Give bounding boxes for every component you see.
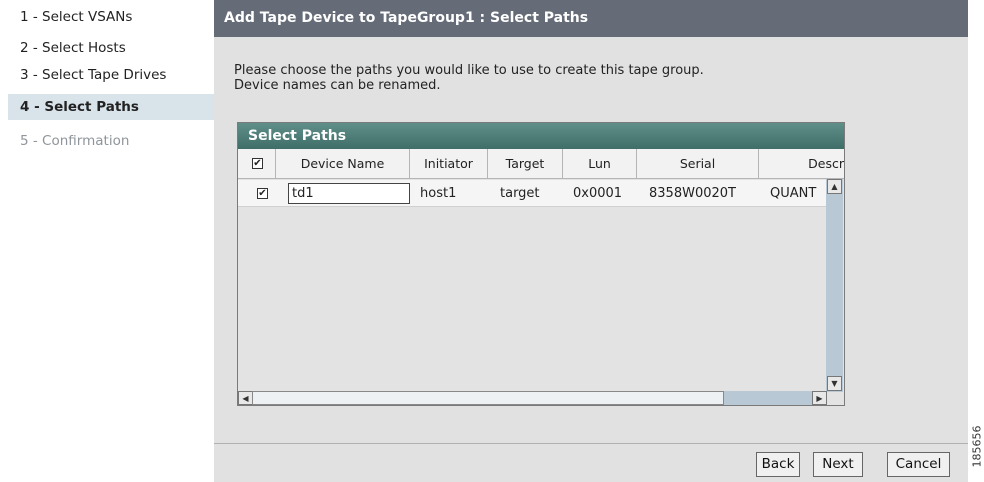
figure-margin <box>968 0 984 482</box>
table-row: ✔ td1 host1 target 0x0001 8358W0020T QUA… <box>238 180 826 207</box>
scroll-down-icon[interactable]: ▼ <box>827 376 842 391</box>
wizard-content: Add Tape Device to TapeGroup1 : Select P… <box>214 0 968 482</box>
device-name-input[interactable]: td1 <box>288 183 410 204</box>
scroll-up-icon[interactable]: ▲ <box>827 179 842 194</box>
initiator-cell: host1 <box>420 186 457 201</box>
footer-divider <box>214 443 968 444</box>
scroll-left-icon[interactable]: ◀ <box>238 391 253 405</box>
wizard-step-select-paths[interactable]: 4 - Select Paths <box>8 94 214 120</box>
select-all-header: ✔ <box>238 149 276 179</box>
wizard-step-select-vsans[interactable]: 1 - Select VSANs <box>20 9 132 25</box>
scroll-right-icon[interactable]: ▶ <box>812 391 827 405</box>
description-cell: QUANT <box>770 186 817 201</box>
instructions: Please choose the paths you would like t… <box>234 63 704 93</box>
wizard-step-select-hosts[interactable]: 2 - Select Hosts <box>20 40 126 56</box>
horizontal-scroll-thumb[interactable] <box>252 391 724 405</box>
select-paths-panel: Select Paths ✔ Device Name Initiator Tar… <box>237 122 845 406</box>
instruction-line: Device names can be renamed. <box>234 78 441 93</box>
vertical-scrollbar[interactable]: ▲ ▼ <box>826 179 843 392</box>
column-header-target[interactable]: Target <box>488 149 563 179</box>
wizard-step-select-tape-drives[interactable]: 3 - Select Tape Drives <box>20 67 166 83</box>
horizontal-scrollbar[interactable]: ◀ ▶ <box>238 391 827 405</box>
select-all-checkbox[interactable]: ✔ <box>252 158 263 169</box>
cancel-button[interactable]: Cancel <box>887 452 950 477</box>
column-header-serial[interactable]: Serial <box>637 149 759 179</box>
next-button[interactable]: Next <box>813 452 863 477</box>
panel-header: Select Paths <box>238 123 844 149</box>
column-header-description[interactable]: Descr <box>759 149 844 179</box>
column-header-device-name[interactable]: Device Name <box>276 149 410 179</box>
wizard-step-nav: 1 - Select VSANs 2 - Select Hosts 3 - Se… <box>0 0 214 482</box>
column-header-initiator[interactable]: Initiator <box>410 149 488 179</box>
instruction-line: Please choose the paths you would like t… <box>234 63 704 78</box>
serial-cell: 8358W0020T <box>649 186 736 201</box>
wizard-step-confirmation: 5 - Confirmation <box>20 133 130 149</box>
figure-id: 185656 <box>970 425 984 468</box>
column-header-lun[interactable]: Lun <box>563 149 637 179</box>
row-checkbox[interactable]: ✔ <box>257 188 268 199</box>
page-title: Add Tape Device to TapeGroup1 : Select P… <box>214 0 968 37</box>
back-button[interactable]: Back <box>756 452 800 477</box>
lun-cell: 0x0001 <box>573 186 623 201</box>
target-cell: target <box>500 186 540 201</box>
